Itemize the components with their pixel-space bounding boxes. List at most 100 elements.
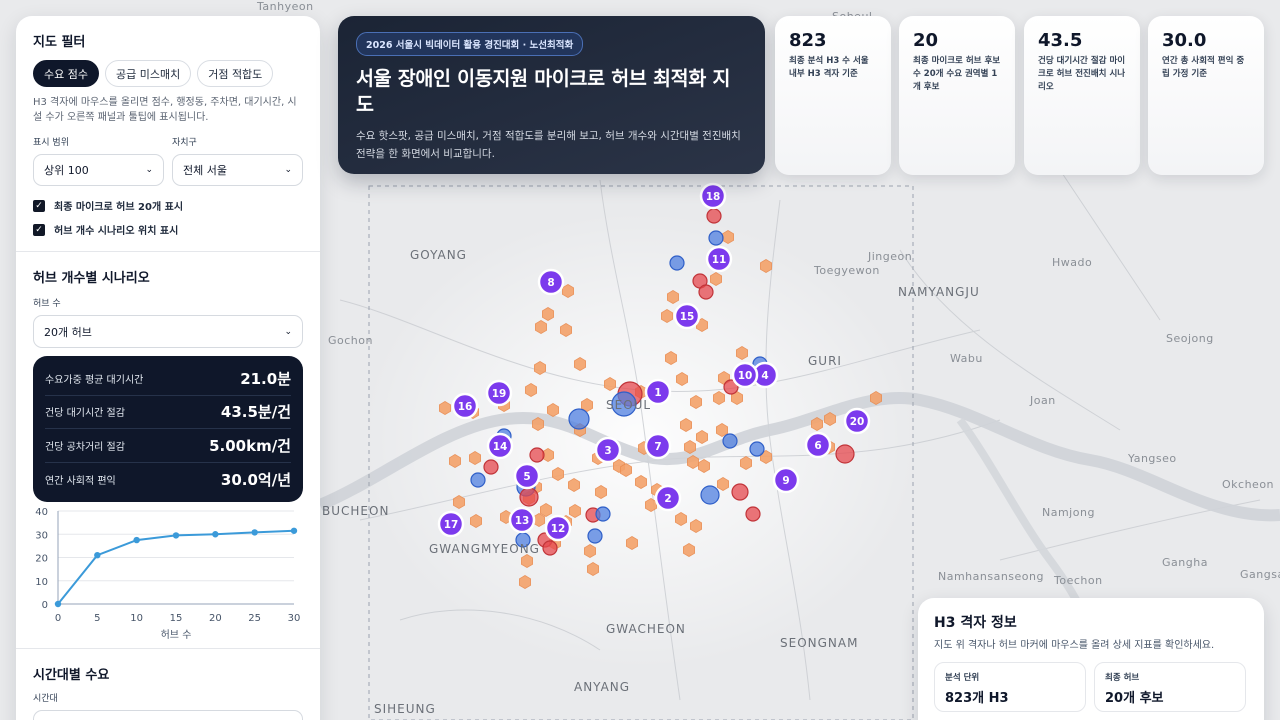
chevron-down-icon: ⌄ [145,165,153,175]
supply-dot [700,485,720,505]
hub-marker[interactable]: 10 [731,361,759,389]
tab-supply-mismatch[interactable]: 공급 미스매치 [104,60,192,87]
hub-marker[interactable]: 20 [843,407,871,435]
hub-count-label: 허브 수 [33,299,61,309]
hub-number: 13 [515,515,530,527]
y-tick-label: 0 [42,600,48,611]
show-hubs-label: 최종 마이크로 허브 20개 표시 [54,202,184,213]
h3-cell [452,495,466,509]
h3-cell [595,485,607,499]
info-card-hubs: 최종 허브 20개 후보 [1094,662,1246,712]
place-label: GWACHEON [606,622,686,636]
hub-marker[interactable]: 13 [508,506,536,534]
place-label: Gochon [328,334,373,347]
range-select[interactable]: 상위 100 ⌄ [33,154,164,186]
h3-cell [760,259,772,273]
info-card-value: 20개 후보 [1105,691,1164,706]
hub-marker[interactable]: 16 [451,392,479,420]
h3-info-panel: H3 격자 정보 지도 위 격자나 허브 마커에 마우스를 올려 상세 지표를 … [918,598,1264,720]
show-scenario-checkbox[interactable]: ✓ [33,223,45,236]
chevron-down-icon: ⌄ [284,326,292,337]
h3-cell [620,463,632,477]
stat-value: 30.0 [1162,30,1207,51]
hub-number: 15 [680,311,695,323]
hub-number: 4 [761,370,768,382]
stat-card-hubs: 20 최종 마이크로 허브 후보 수 20개 수요 권역별 1개 후보 [899,16,1015,175]
show-hubs-checkbox[interactable]: ✓ [33,199,45,212]
data-point [212,531,219,538]
metric-row: 수요가중 평균 대기시간 21.0분 [45,362,291,396]
hero-description: 수요 핫스팟, 공급 미스매치, 거점 적합도를 분리해 보고, 허브 개수와 … [356,130,741,160]
place-label: Joan [1030,394,1056,407]
hub-marker[interactable]: 5 [513,462,541,490]
h3-cell [468,451,482,465]
hub-marker[interactable]: 2 [654,484,682,512]
h3-cell [569,504,581,518]
supply-dot [669,255,685,271]
filter-hint: H3 격자에 마우스를 올리면 점수, 행정동, 주차면, 대기시간, 시설 수… [33,97,297,123]
metric-row: 연간 사회적 편익 30.0억/년 [45,463,291,497]
time-select[interactable] [33,710,303,720]
hub-number: 2 [664,493,671,505]
metric-value: 21.0분 [240,369,291,388]
hub-marker[interactable]: 11 [705,245,733,273]
place-label: Toegyewon [814,264,880,277]
hub-marker[interactable]: 15 [673,302,701,330]
hub-count-select[interactable]: 20개 허브 ⌄ [33,315,303,348]
h3-cell [542,307,554,321]
h3-cell [713,391,725,405]
h3-cell [676,372,688,386]
supply-dot [587,528,603,544]
data-point [94,551,101,559]
hub-number: 1 [654,387,661,399]
h3-cell [716,423,728,437]
hub-marker[interactable]: 9 [772,466,800,494]
y-tick-label: 40 [35,507,48,518]
h3-cell [811,417,823,431]
hub-marker[interactable]: 19 [485,379,513,407]
h3-cell [690,519,702,533]
tab-site-suitability[interactable]: 거점 적합도 [197,60,274,87]
h3-cell [736,346,748,360]
stat-value: 20 [913,30,939,51]
district-select[interactable]: 전체 서울 ⌄ [172,154,303,186]
hub-marker[interactable]: 14 [486,432,514,460]
supply-dot [722,433,738,449]
h3-cell [584,544,596,558]
supply-dot [595,506,611,522]
hub-number: 5 [523,471,530,483]
stat-label: 건당 대기시간 절감 마이크로 허브 전진배치 시나리오 [1038,56,1126,92]
place-label: BUCHEON [322,504,390,518]
stat-value: 43.5 [1038,30,1083,51]
hub-marker[interactable]: 3 [594,436,622,464]
hub-marker[interactable]: 6 [804,431,832,459]
tab-demand-score[interactable]: 수요 점수 [33,60,99,87]
h3-cell [574,357,586,371]
h3-cell [568,478,580,492]
h3-cell [547,403,559,417]
h3-cell [710,272,722,286]
hub-marker[interactable]: 12 [544,514,572,542]
hub-number: 11 [712,254,727,266]
hub-number: 7 [654,441,661,453]
info-card-label: 최종 허브 [1105,673,1140,683]
hub-number: 16 [458,401,473,413]
info-card-label: 분석 단위 [945,673,980,683]
supply-dot [483,459,499,475]
x-tick-label: 10 [130,613,143,624]
h3-cell [684,440,696,454]
hub-marker[interactable]: 18 [699,182,727,210]
data-point [290,527,298,534]
h3-cell [521,554,533,568]
h3-cell [675,512,687,526]
data-point [251,529,258,536]
district-select-value: 전체 서울 [183,164,227,177]
place-label: ANYANG [574,680,631,694]
hub-marker[interactable]: 17 [437,510,465,538]
left-panel: 지도 필터 수요 점수 공급 미스매치 거점 적합도 H3 격자에 마우스를 올… [16,16,320,720]
h3-cell [560,323,572,337]
h3-cell [696,430,708,444]
hub-marker[interactable]: 8 [537,268,565,296]
hub-count-value: 20개 허브 [44,325,92,339]
hub-marker[interactable]: 7 [644,432,672,460]
